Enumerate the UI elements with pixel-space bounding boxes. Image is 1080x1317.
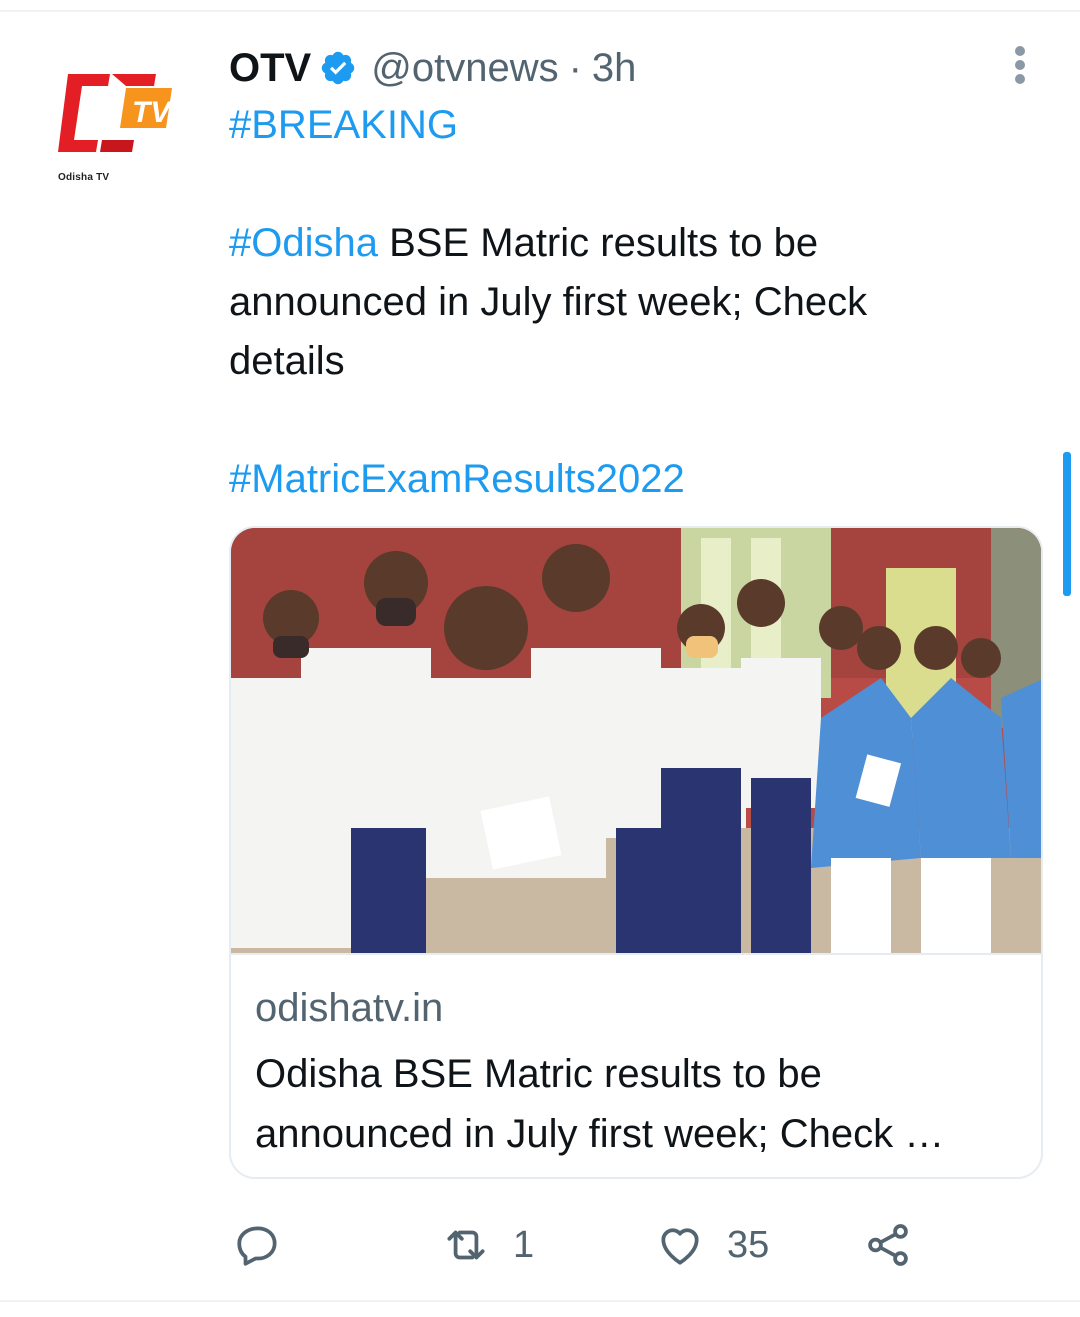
verified-badge-icon	[319, 49, 357, 87]
retweet-count: 1	[513, 1223, 535, 1266]
top-divider	[0, 10, 1080, 12]
scrollbar-thumb[interactable]	[1063, 452, 1071, 596]
reply-button[interactable]	[233, 1215, 305, 1275]
otv-logo: TV	[58, 74, 173, 152]
like-button[interactable]: 35	[655, 1215, 769, 1275]
separator-dot: ·	[568, 45, 582, 90]
card-title: Odisha BSE Matric results to be announce…	[255, 1052, 945, 1156]
hashtag-odisha[interactable]: #Odisha	[229, 221, 378, 265]
reply-icon	[237, 1226, 277, 1266]
tweet-actions: 1 35	[229, 1215, 929, 1275]
tweet-header: OTV @otvnews · 3h	[229, 40, 636, 96]
tweet-text: #BREAKING #Odisha BSE Matric results to …	[229, 96, 989, 509]
link-card[interactable]: odishatv.in Odisha BSE Matric results to…	[229, 526, 1043, 1179]
author-handle[interactable]: @otvnews	[371, 46, 558, 91]
card-image[interactable]	[231, 528, 1041, 955]
like-count: 35	[727, 1223, 770, 1266]
hashtag-breaking[interactable]: #BREAKING	[229, 103, 458, 147]
card-domain: odishatv.in	[255, 986, 444, 1030]
share-button[interactable]	[863, 1215, 913, 1275]
bottom-divider	[0, 1300, 1080, 1302]
tweet-time[interactable]: 3h	[592, 46, 637, 91]
svg-text:TV: TV	[132, 96, 173, 129]
retweet-button[interactable]: 1	[441, 1215, 534, 1275]
author-name[interactable]: OTV	[229, 46, 311, 91]
retweet-icon	[447, 1230, 485, 1260]
share-icon	[868, 1224, 908, 1266]
avatar-caption: Odisha TV	[58, 172, 110, 183]
more-vertical-icon[interactable]	[1003, 40, 1037, 90]
avatar[interactable]: TV Odisha TV	[52, 66, 182, 190]
hashtag-matric-results[interactable]: #MatricExamResults2022	[229, 457, 685, 501]
heart-icon	[661, 1228, 699, 1265]
